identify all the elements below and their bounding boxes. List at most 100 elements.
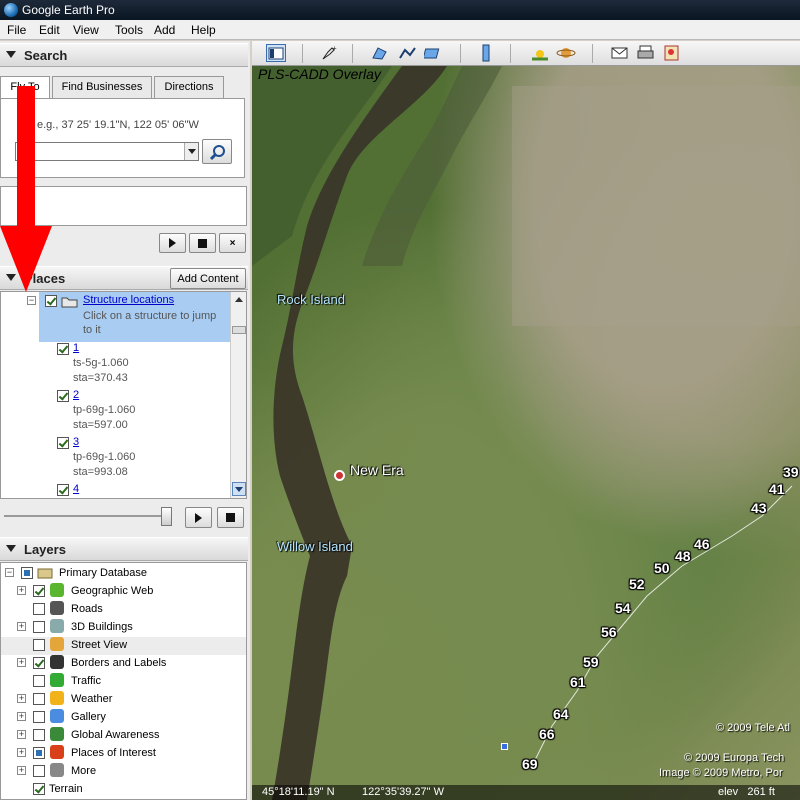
- folder-checkbox[interactable]: [45, 295, 57, 307]
- layer-primary-database[interactable]: Primary Database: [59, 567, 147, 579]
- menu-tools[interactable]: Tools: [115, 23, 143, 37]
- place-item-3[interactable]: 3: [73, 436, 79, 448]
- map-label-rock-island[interactable]: Rock Island: [277, 292, 345, 307]
- layer-borders-and-labels[interactable]: Borders and Labels: [71, 657, 166, 669]
- switch-planet-button[interactable]: [556, 44, 576, 62]
- scroll-up-icon[interactable]: [235, 297, 243, 302]
- layer-checkbox-street-view[interactable]: [33, 639, 45, 651]
- layer-places-of-interest[interactable]: Places of Interest: [71, 747, 156, 759]
- clear-search-button[interactable]: ×: [219, 233, 246, 253]
- layer-checkbox-terrain[interactable]: [33, 783, 45, 795]
- structure-marker[interactable]: 54: [615, 600, 631, 616]
- place-2-checkbox[interactable]: [57, 390, 69, 402]
- layer-terrain[interactable]: Terrain: [49, 783, 83, 795]
- scroll-down-icon[interactable]: [232, 482, 246, 496]
- add-placemark-button[interactable]: +: [318, 44, 338, 62]
- place-item-2[interactable]: 2: [73, 389, 79, 401]
- layer-checkbox-borders-and-labels[interactable]: [33, 657, 45, 669]
- menu-file[interactable]: File: [7, 23, 26, 37]
- tab-find-businesses[interactable]: Find Businesses: [52, 76, 152, 98]
- stop-tour-button[interactable]: [189, 233, 216, 253]
- structure-marker[interactable]: 59: [583, 654, 599, 670]
- structure-marker[interactable]: 39: [783, 464, 799, 480]
- tour-slider-handle[interactable]: [161, 507, 172, 526]
- add-polygon-button[interactable]: [370, 44, 390, 62]
- layer-checkbox-roads[interactable]: [33, 603, 45, 615]
- play-tour-button[interactable]: [159, 233, 186, 253]
- places-scrollbar[interactable]: [230, 292, 246, 498]
- expand-layer-icon[interactable]: +: [17, 586, 26, 595]
- place-4-checkbox[interactable]: [57, 484, 69, 496]
- expand-layer-icon[interactable]: +: [17, 748, 26, 757]
- play-places-button[interactable]: [185, 507, 212, 528]
- layer-more[interactable]: More: [71, 765, 96, 777]
- search-panel-header[interactable]: Search: [0, 43, 248, 67]
- collapse-triangle-icon[interactable]: [6, 545, 16, 552]
- expand-layer-icon[interactable]: +: [17, 730, 26, 739]
- layer-checkbox-gallery[interactable]: [33, 711, 45, 723]
- folder-structure-locations[interactable]: Structure locations: [83, 294, 174, 306]
- structure-marker[interactable]: 50: [654, 560, 670, 576]
- sunlight-button[interactable]: [530, 44, 550, 62]
- layer-checkbox-geographic-web[interactable]: [33, 585, 45, 597]
- collapse-triangle-icon[interactable]: [6, 51, 16, 58]
- tour-slider-track[interactable]: [4, 515, 172, 517]
- layer-global-awareness[interactable]: Global Awareness: [71, 729, 159, 741]
- layer-street-view[interactable]: Street View: [71, 639, 127, 651]
- map-label-new-era[interactable]: New Era: [350, 462, 404, 478]
- layer-3d-buildings[interactable]: 3D Buildings: [71, 621, 133, 633]
- menu-add[interactable]: Add: [154, 23, 175, 37]
- layer-checkbox-global-awareness[interactable]: [33, 729, 45, 741]
- structure-marker[interactable]: 61: [570, 674, 586, 690]
- stop-places-button[interactable]: [217, 507, 244, 528]
- add-content-button[interactable]: Add Content: [170, 268, 246, 289]
- layers-panel-header[interactable]: Layers: [0, 537, 248, 561]
- structure-marker[interactable]: 52: [629, 576, 645, 592]
- map-label-willow-island[interactable]: Willow Island: [277, 539, 353, 554]
- structure-marker[interactable]: 66: [539, 726, 555, 742]
- expand-layer-icon[interactable]: +: [17, 766, 26, 775]
- add-path-button[interactable]: [398, 44, 418, 62]
- layer-roads[interactable]: Roads: [71, 603, 103, 615]
- view-in-maps-button[interactable]: [662, 44, 682, 62]
- layer-checkbox-traffic[interactable]: [33, 675, 45, 687]
- placemark-icon[interactable]: [501, 743, 508, 750]
- town-marker-icon[interactable]: [334, 470, 345, 481]
- print-button[interactable]: [636, 44, 656, 62]
- structure-marker[interactable]: 69: [522, 756, 538, 772]
- layer-gallery[interactable]: Gallery: [71, 711, 106, 723]
- place-item-4[interactable]: 4: [73, 483, 79, 495]
- structure-marker[interactable]: 46: [694, 536, 710, 552]
- menu-edit[interactable]: Edit: [39, 23, 60, 37]
- structure-marker[interactable]: 43: [751, 500, 767, 516]
- collapse-database-icon[interactable]: −: [5, 568, 14, 577]
- sidebar-toggle-button[interactable]: [266, 44, 286, 62]
- tab-directions[interactable]: Directions: [154, 76, 224, 98]
- collapse-folder-icon[interactable]: −: [27, 296, 36, 305]
- expand-layer-icon[interactable]: +: [17, 622, 26, 631]
- layer-checkbox-3d-buildings[interactable]: [33, 621, 45, 633]
- structure-marker[interactable]: 48: [675, 548, 691, 564]
- place-1-checkbox[interactable]: [57, 343, 69, 355]
- menu-help[interactable]: Help: [191, 23, 216, 37]
- scroll-thumb[interactable]: [232, 326, 246, 334]
- expand-layer-icon[interactable]: +: [17, 712, 26, 721]
- layer-traffic[interactable]: Traffic: [71, 675, 101, 687]
- expand-layer-icon[interactable]: +: [17, 694, 26, 703]
- map-view[interactable]: Rock Island New Era Willow Island 39 41 …: [252, 66, 800, 800]
- layer-checkbox-weather[interactable]: [33, 693, 45, 705]
- structure-marker[interactable]: 64: [553, 706, 569, 722]
- menu-view[interactable]: View: [73, 23, 99, 37]
- layer-checkbox-places-of-interest[interactable]: [33, 747, 45, 759]
- structure-marker[interactable]: 56: [601, 624, 617, 640]
- dropdown-arrow-icon[interactable]: [184, 143, 198, 160]
- place-3-checkbox[interactable]: [57, 437, 69, 449]
- search-button[interactable]: [202, 139, 232, 164]
- expand-layer-icon[interactable]: +: [17, 658, 26, 667]
- add-image-overlay-button[interactable]: [422, 44, 444, 62]
- primary-database-checkbox[interactable]: [21, 567, 33, 579]
- layer-checkbox-more[interactable]: [33, 765, 45, 777]
- email-button[interactable]: [610, 44, 630, 62]
- structure-marker[interactable]: 41: [769, 481, 785, 497]
- layer-geographic-web[interactable]: Geographic Web: [71, 585, 153, 597]
